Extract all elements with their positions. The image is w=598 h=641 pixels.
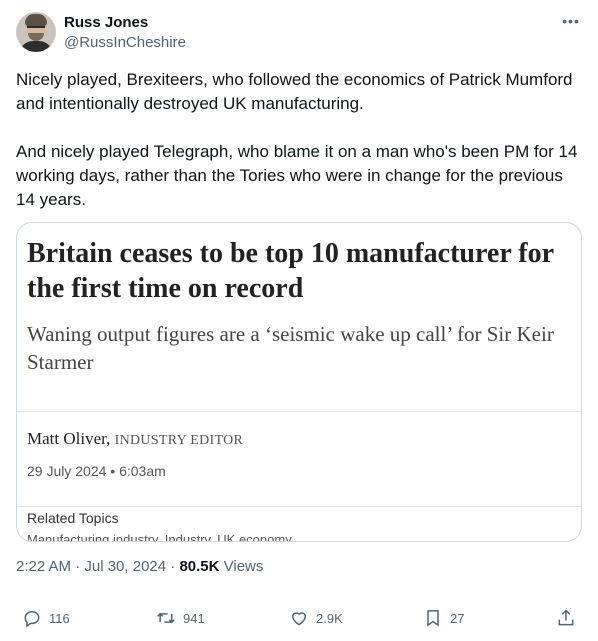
views-label: Views <box>219 558 264 575</box>
reply-count: 116 <box>49 610 70 626</box>
like-count: 2.9K <box>316 610 343 626</box>
views-count: 80.5K <box>179 558 220 575</box>
bookmark-button[interactable]: 27 <box>423 600 464 636</box>
author-names: Russ Jones @RussInCheshire <box>64 13 186 53</box>
tweet-meta: 2:22 AM · Jul 30, 2024 · 80.5K Views <box>16 558 263 575</box>
card-standfirst: Waning output figures are a ‘seismic wak… <box>27 322 554 374</box>
action-bar: 116 941 2.9K 27 <box>16 600 582 636</box>
bookmark-icon <box>427 610 439 627</box>
reply-button[interactable]: 116 <box>22 600 70 636</box>
related-topics-list: Manufacturing industry, Industry, UK eco… <box>27 532 292 542</box>
card-headline: Britain ceases to be top 10 manufacturer… <box>27 238 554 304</box>
author-handle[interactable]: @RussInCheshire <box>64 33 186 53</box>
retweet-button[interactable]: 941 <box>156 600 205 636</box>
retweet-count: 941 <box>183 610 205 626</box>
related-topics-label: Related Topics <box>27 510 119 526</box>
retweet-icon <box>157 612 175 624</box>
link-card[interactable]: Britain ceases to be top 10 manufacturer… <box>16 222 582 542</box>
reply-icon <box>24 610 40 628</box>
author-display-name[interactable]: Russ Jones <box>64 13 186 33</box>
card-date: 29 July 2024 • 6:03am <box>27 463 166 479</box>
heart-icon <box>291 612 307 626</box>
more-icon[interactable]: ••• <box>560 12 582 32</box>
share-button[interactable] <box>556 600 583 636</box>
card-author: Matt Oliver, <box>27 429 111 448</box>
tweet-header: Russ Jones @RussInCheshire ••• <box>16 12 582 54</box>
card-byline: Matt Oliver, INDUSTRY EDITOR <box>27 429 243 449</box>
card-author-role: INDUSTRY EDITOR <box>114 433 244 448</box>
bookmark-count: 27 <box>450 610 465 626</box>
tweet-timestamp[interactable]: 2:22 AM · Jul 30, 2024 · <box>16 558 179 575</box>
tweet-text: Nicely played, Brexiteers, who followed … <box>16 70 578 209</box>
card-divider <box>17 506 581 507</box>
share-icon <box>558 609 574 626</box>
like-button[interactable]: 2.9K <box>289 600 343 636</box>
avatar[interactable] <box>16 12 56 52</box>
